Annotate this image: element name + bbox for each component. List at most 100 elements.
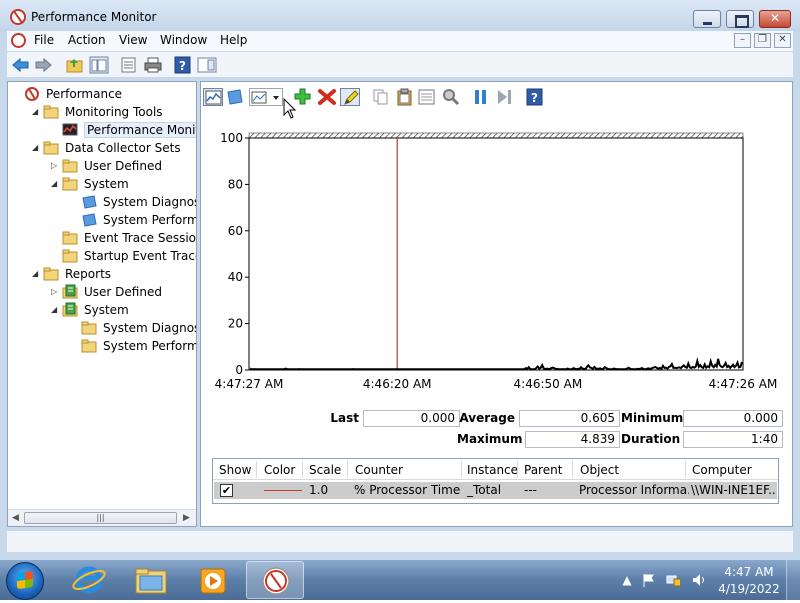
folder-icon	[43, 104, 59, 119]
col-color[interactable]: Color	[264, 463, 295, 477]
network-icon[interactable]	[666, 573, 680, 587]
plot-area	[248, 137, 744, 371]
tree-item-label: Data Collector Sets	[65, 141, 181, 155]
update-data-icon[interactable]	[495, 88, 515, 106]
counter-cell: % Processor Time	[354, 483, 461, 497]
back-icon[interactable]	[11, 56, 31, 74]
taskbar-performance-monitor[interactable]	[246, 561, 304, 599]
report-icon	[62, 302, 78, 317]
taskbar-internet-explorer[interactable]	[60, 561, 118, 599]
show-hidden-icons-icon[interactable]: ▲	[620, 573, 634, 587]
maximize-button[interactable]	[726, 10, 754, 28]
start-button[interactable]	[6, 562, 44, 600]
folder-icon	[43, 140, 59, 155]
mdi-restore-button[interactable]: ❐	[754, 33, 771, 48]
mdi-close-button[interactable]: ✕	[774, 33, 791, 48]
folder-icon	[43, 266, 59, 281]
menu-action[interactable]: Action	[68, 33, 106, 47]
scroll-left-icon[interactable]: ◀	[12, 513, 19, 523]
counter-properties-icon[interactable]	[417, 88, 437, 106]
col-parent[interactable]: Parent	[524, 463, 562, 477]
x-tick-label-1: 4:46:20 AM	[363, 377, 432, 391]
up-folder-icon[interactable]	[65, 56, 85, 74]
minimize-button[interactable]	[693, 10, 721, 28]
scroll-right-icon[interactable]: ▶	[183, 513, 190, 523]
close-button[interactable]	[759, 10, 791, 28]
action-center-flag-icon[interactable]	[642, 573, 656, 587]
delete-counter-icon[interactable]	[317, 88, 337, 106]
folder-icon	[62, 230, 78, 245]
y-tick-label-80: 80	[228, 177, 243, 191]
tree-horizontal-scrollbar[interactable]: ◀ ||| ▶	[8, 509, 196, 526]
table-row[interactable]: ✔ 1.0 % Processor Time _Total --- Proces…	[214, 482, 777, 499]
view-current-activity-icon[interactable]	[203, 88, 223, 106]
perfmon-help-icon[interactable]: ?	[525, 88, 545, 106]
show-hide-action-pane-icon[interactable]	[197, 56, 217, 74]
freeze-display-icon[interactable]	[471, 88, 491, 106]
collapse-arrow-icon[interactable]: ◢	[51, 180, 59, 188]
volume-icon[interactable]	[692, 573, 706, 587]
print-icon[interactable]	[143, 56, 163, 74]
title-bar[interactable]: Performance Monitor	[0, 0, 800, 32]
menu-help[interactable]: Help	[220, 33, 247, 47]
perfmon-app-icon	[10, 9, 26, 25]
tree-item-label: System Diagnostics	[103, 195, 196, 209]
tree-item-label: System	[84, 303, 129, 317]
y-tick-label-0: 0	[235, 363, 243, 377]
col-counter[interactable]: Counter	[355, 463, 403, 477]
legend-header: Show Color Scale Counter Instance Parent…	[213, 459, 778, 480]
folder-icon	[62, 158, 78, 173]
clock-date[interactable]: 4/19/2022	[716, 582, 782, 596]
scroll-thumb[interactable]: |||	[24, 512, 177, 524]
copy-properties-icon[interactable]	[371, 88, 391, 106]
status-bar	[7, 530, 793, 552]
menu-file[interactable]: File	[34, 33, 54, 47]
change-graph-type-dropdown[interactable]	[249, 88, 283, 106]
show-desktop-button[interactable]	[786, 560, 800, 600]
collapse-arrow-icon[interactable]: ◢	[32, 270, 40, 278]
view-log-data-icon[interactable]	[225, 88, 245, 106]
help-icon[interactable]: ?	[173, 56, 193, 74]
mdi-minimize-button[interactable]: –	[734, 33, 751, 48]
collapse-arrow-icon[interactable]: ◢	[32, 108, 40, 116]
system-menu-icon[interactable]	[11, 33, 26, 48]
tree-item-label: Performance Monitor	[84, 122, 196, 138]
folder-icon	[62, 176, 78, 191]
properties-icon[interactable]	[119, 56, 139, 74]
tree-item-label: User Defined	[84, 159, 162, 173]
show-checkbox[interactable]: ✔	[220, 484, 233, 497]
collapse-arrow-icon[interactable]: ◢	[32, 144, 40, 152]
folder-icon	[135, 568, 167, 594]
highlight-icon[interactable]	[340, 88, 360, 106]
folder-icon	[81, 338, 97, 353]
last-label: Last	[330, 411, 359, 425]
performance-monitor-pane: ? 0 20 40 60 80 100 4:47:27 AM 4:46:20 AM 4:46:5…	[200, 81, 793, 527]
paste-counter-list-icon[interactable]	[395, 88, 415, 106]
expand-arrow-icon[interactable]: ▷	[51, 162, 59, 170]
expand-arrow-icon[interactable]: ▷	[51, 288, 59, 296]
show-hide-console-tree-icon[interactable]	[89, 56, 109, 74]
line-chart[interactable]: 0 20 40 60 80 100 4:47:27 AM 4:46:20 AM 4:46:50 …	[201, 112, 792, 412]
forward-icon[interactable]	[33, 56, 53, 74]
clock-time[interactable]: 4:47 AM	[716, 565, 782, 579]
col-object[interactable]: Object	[580, 463, 619, 477]
x-tick-label-3: 4:47:26 AM	[709, 377, 778, 391]
col-show[interactable]: Show	[219, 463, 251, 477]
tree-item-label: Performance	[46, 87, 123, 101]
zoom-icon[interactable]	[441, 88, 461, 106]
col-computer[interactable]: Computer	[692, 463, 752, 477]
col-instance[interactable]: Instance	[467, 463, 518, 477]
average-label: Average	[459, 411, 515, 425]
taskbar-windows-explorer[interactable]	[122, 561, 180, 599]
tree-item-label: Monitoring Tools	[65, 105, 163, 119]
chart-svg[interactable]: 0 20 40 60 80 100 4:47:27 AM 4:46:20 AM 4:46:50 …	[201, 112, 792, 394]
perfmon-window: Performance Monitor File Action View Win…	[0, 0, 800, 560]
menu-window[interactable]: Window	[160, 33, 207, 47]
menu-view[interactable]: View	[119, 33, 147, 47]
tree-item-label: Reports	[65, 267, 112, 281]
scale-cell: 1.0	[309, 483, 329, 497]
chart-top-strip	[248, 132, 744, 139]
collapse-arrow-icon[interactable]: ◢	[51, 306, 59, 314]
taskbar-media-player[interactable]	[184, 561, 242, 599]
col-scale[interactable]: Scale	[309, 463, 341, 477]
